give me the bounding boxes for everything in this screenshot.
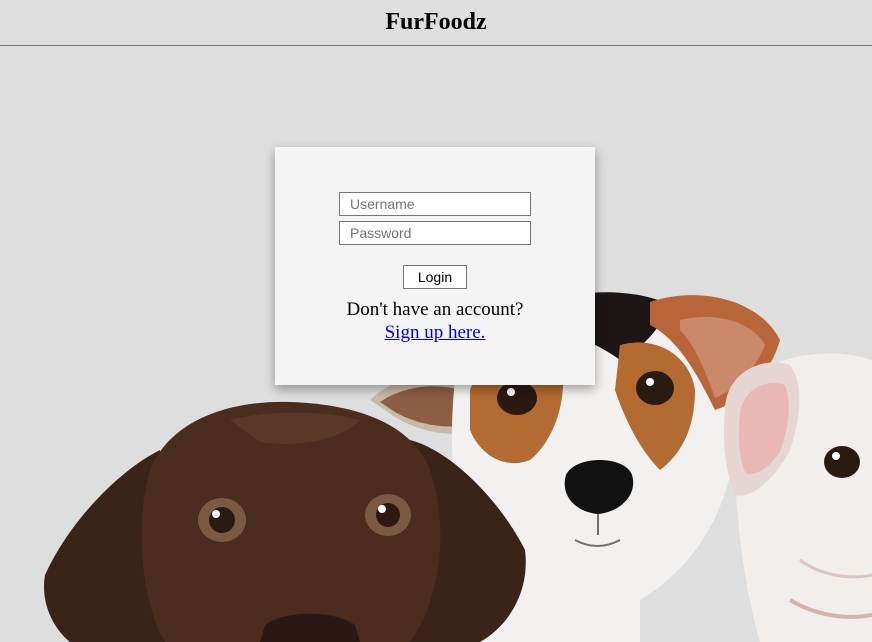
signup-prompt: Don't have an account? [346,299,524,320]
signup-link-container: Sign up here. [275,322,595,344]
signup-link[interactable]: Sign up here. [385,322,486,343]
password-input[interactable] [339,221,531,245]
bulldog-puppy-illustration [723,353,872,642]
login-button[interactable]: Login [403,265,467,289]
username-input[interactable] [339,192,531,216]
login-page: FurFoodz Username Login Don't have an ac… [0,0,872,642]
site-header: FurFoodz [0,0,872,46]
login-card: Login Don't have an account? Sign up her… [275,147,595,385]
site-title: FurFoodz [385,9,487,35]
